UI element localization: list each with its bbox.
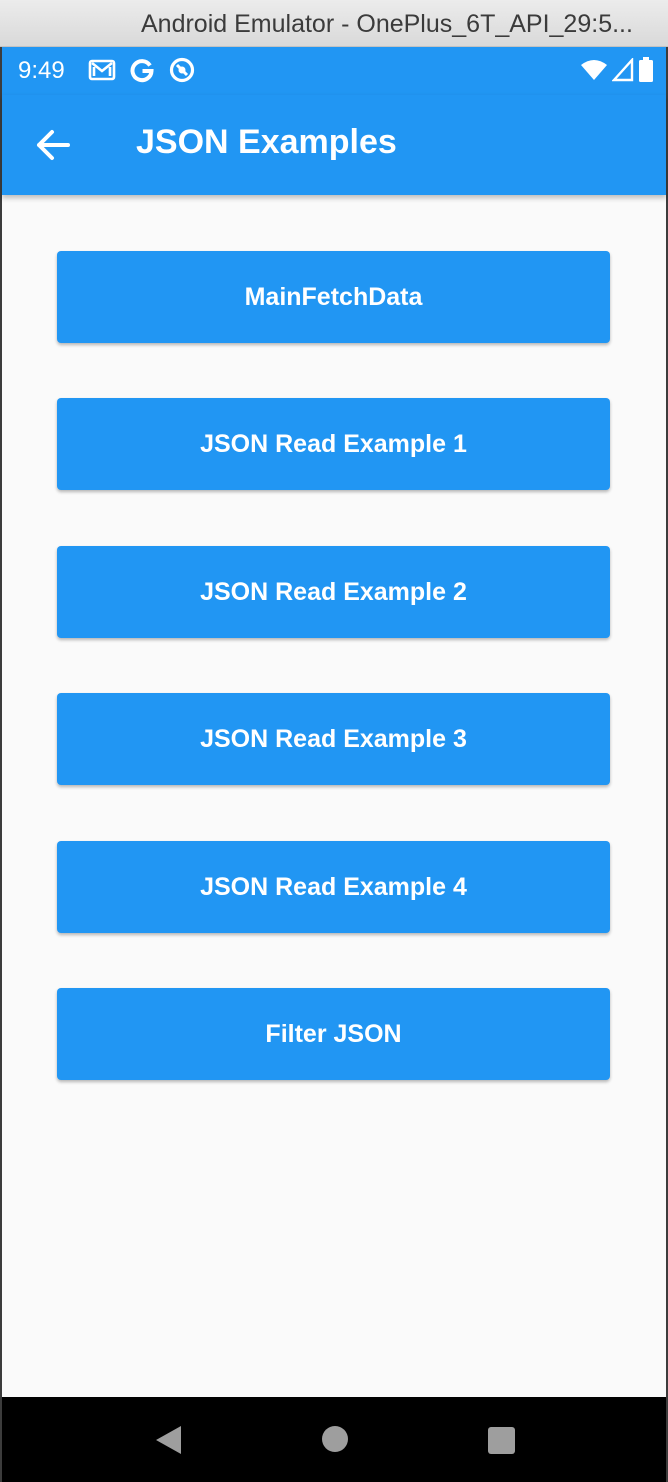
data-saver-icon <box>168 56 196 84</box>
app-bar: JSON Examples <box>2 95 666 195</box>
window-title: Android Emulator - OnePlus_6T_API_29:5..… <box>141 10 633 38</box>
arrow-back-icon <box>37 130 70 160</box>
status-time: 9:49 <box>18 57 65 84</box>
filter-json-button[interactable]: Filter JSON <box>57 988 610 1080</box>
gmail-icon <box>88 56 116 84</box>
signal-icon <box>611 56 634 87</box>
status-notification-icons <box>88 56 196 84</box>
json-read-example-4-button[interactable]: JSON Read Example 4 <box>57 841 610 933</box>
main-fetch-data-button[interactable]: MainFetchData <box>57 251 610 343</box>
button-list: MainFetchData JSON Read Example 1 JSON R… <box>2 195 666 1397</box>
emulator-window-titlebar: Android Emulator - OnePlus_6T_API_29:5..… <box>0 0 668 47</box>
json-read-example-3-button[interactable]: JSON Read Example 3 <box>57 693 610 785</box>
nav-back-icon[interactable] <box>153 1424 183 1461</box>
nav-recents-icon[interactable] <box>488 1427 515 1454</box>
battery-icon <box>638 57 654 88</box>
json-read-example-2-button[interactable]: JSON Read Example 2 <box>57 546 610 638</box>
back-button[interactable] <box>28 120 84 170</box>
json-read-example-1-button[interactable]: JSON Read Example 1 <box>57 398 610 490</box>
page-title: JSON Examples <box>136 123 397 161</box>
wifi-icon <box>580 58 608 87</box>
navigation-bar <box>2 1397 666 1482</box>
status-bar: 9:49 <box>2 47 666 95</box>
nav-home-icon[interactable] <box>322 1426 348 1452</box>
google-icon <box>128 56 156 84</box>
status-system-icons <box>580 56 654 88</box>
